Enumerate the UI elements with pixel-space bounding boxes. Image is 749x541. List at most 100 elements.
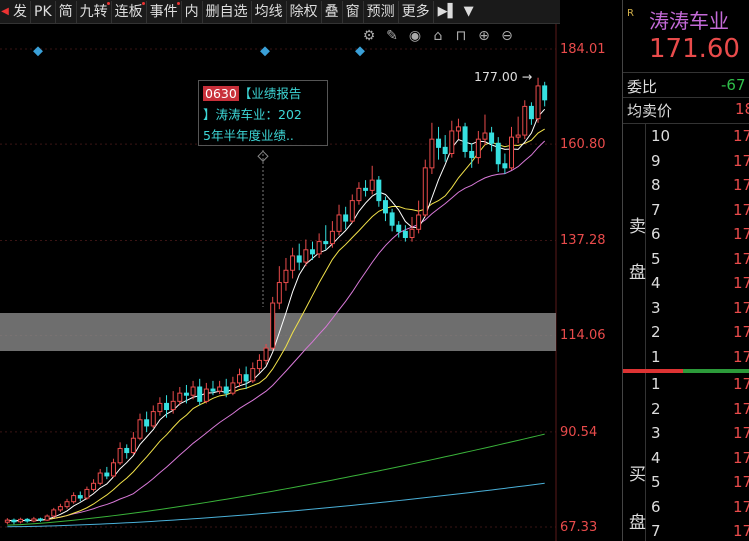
- candle-body: [44, 515, 50, 521]
- candle-body: [37, 518, 43, 521]
- eye-icon[interactable]: ◉: [406, 27, 424, 45]
- sell-level-6[interactable]: 6: [651, 225, 661, 243]
- candle-body: [389, 212, 395, 226]
- ratio-red: [623, 369, 683, 373]
- candle-body: [296, 255, 302, 263]
- toolbar-btn-ma[interactable]: 均线: [252, 0, 287, 23]
- lock-icon[interactable]: ⊓: [452, 27, 470, 45]
- candle-body: [489, 132, 495, 144]
- candle-body: [349, 200, 355, 222]
- buy-level-price: 17: [733, 473, 749, 491]
- candle-body: [455, 126, 461, 132]
- buy-level-price: 17: [733, 399, 749, 418]
- sell-level-3[interactable]: 3: [651, 299, 661, 317]
- sell-level-8[interactable]: 8: [651, 176, 661, 194]
- toolbar-btn-lianban[interactable]: 连板: [112, 0, 147, 23]
- tooltip-line-2: 】涛涛车业：202: [203, 107, 302, 122]
- toolbar-btn-fa[interactable]: 发: [10, 0, 31, 23]
- sell-level-10[interactable]: 10: [651, 127, 670, 145]
- gear-icon[interactable]: ⚙: [360, 27, 378, 45]
- candle-body: [416, 214, 422, 230]
- sell-level-5[interactable]: 5: [651, 250, 661, 268]
- toolbar-btn-jiuzhuan[interactable]: 九转: [77, 0, 112, 23]
- candle-body: [243, 374, 249, 382]
- zoom-in-icon[interactable]: ⊕: [475, 27, 493, 45]
- candle-body: [137, 419, 143, 439]
- buy-level-1[interactable]: 1: [651, 375, 661, 393]
- candle-body: [449, 130, 455, 155]
- peak-price-value: 177.00: [474, 69, 518, 84]
- buy-level-5[interactable]: 5: [651, 473, 661, 491]
- zoom-out-icon[interactable]: ⊖: [498, 27, 516, 45]
- candle-body: [303, 249, 309, 263]
- toolbar-btn-jian[interactable]: 简: [56, 0, 77, 23]
- toolbar-btn-forecast[interactable]: 预测: [364, 0, 399, 23]
- buy-level-2[interactable]: 2: [651, 400, 661, 418]
- pen-icon[interactable]: ✎: [383, 27, 401, 45]
- buy-level-7[interactable]: 7: [651, 522, 661, 540]
- sell-level-4[interactable]: 4: [651, 274, 661, 292]
- candle-body: [197, 386, 203, 402]
- candle-body: [376, 179, 382, 202]
- sell-side-label: 卖: [629, 217, 646, 237]
- candle-body: [382, 200, 388, 214]
- candle-body: [329, 230, 335, 245]
- candle-body: [170, 400, 176, 411]
- price-tick-label: 137.28: [560, 233, 606, 248]
- sell-level-price: 17: [733, 249, 749, 268]
- candle-body: [97, 472, 103, 484]
- candle-body: [363, 187, 369, 191]
- tooltip-line-1: 0630 【业绩报告: [203, 83, 323, 104]
- candle-body: [157, 402, 163, 413]
- candle-body: [263, 347, 269, 361]
- buy-side-label: 买: [629, 465, 646, 485]
- buy-level-price: 17: [733, 424, 749, 442]
- toolbar-btn-overlay[interactable]: 叠: [322, 0, 343, 23]
- candle-body: [210, 388, 216, 392]
- candle-body: [409, 228, 415, 238]
- candle-body: [336, 214, 342, 232]
- sell-level-9[interactable]: 9: [651, 152, 661, 170]
- candle-body: [270, 302, 276, 349]
- candle-body: [230, 382, 236, 394]
- buy-level-4[interactable]: 4: [651, 449, 661, 467]
- candle-body: [502, 163, 508, 169]
- buy-level-6[interactable]: 6: [651, 498, 661, 516]
- toolbar-btn-window[interactable]: 窗: [343, 0, 364, 23]
- collapse-left-icon[interactable]: ◀: [0, 1, 10, 23]
- candle-body: [250, 368, 256, 382]
- sell-level-price: 17: [733, 127, 749, 145]
- candle-body: [217, 386, 223, 392]
- sell-level-1[interactable]: 1: [651, 348, 661, 366]
- candle-body: [117, 447, 123, 464]
- candle-body: [84, 488, 90, 499]
- sell-level-7[interactable]: 7: [651, 201, 661, 219]
- toolbar-btn-exright[interactable]: 除权: [287, 0, 322, 23]
- sell-level-price: 17: [733, 225, 749, 243]
- candle-body: [183, 392, 189, 396]
- chevron-down-icon[interactable]: ▼: [462, 4, 476, 19]
- toolbar-btn-remove-watchlist[interactable]: 删自选: [203, 0, 252, 23]
- sell-level-price: 17: [733, 176, 749, 194]
- candle-body: [535, 85, 541, 120]
- expand-right-icon[interactable]: ▶▌: [436, 4, 460, 19]
- buy-sell-ratio-bar: [623, 369, 749, 373]
- toolbar-btn-shijian[interactable]: 事件: [147, 0, 182, 23]
- candle-body: [91, 482, 97, 490]
- chart-tools: ⚙ ✎ ◉ ⌂ ⊓ ⊕ ⊖: [360, 27, 516, 45]
- candle-body: [356, 187, 362, 202]
- buy-level-3[interactable]: 3: [651, 424, 661, 442]
- divider: [623, 97, 749, 98]
- candle-body: [522, 105, 528, 136]
- toolbar-btn-pk[interactable]: PK: [31, 0, 56, 23]
- sell-level-2[interactable]: 2: [651, 323, 661, 341]
- toolbar-btn-nei[interactable]: 内: [182, 0, 203, 23]
- basket-icon[interactable]: ⌂: [429, 27, 447, 45]
- event-tooltip: 0630 【业绩报告 】涛涛车业：202 5年半年度业绩..: [198, 80, 328, 146]
- candle-body: [110, 462, 116, 477]
- stock-name[interactable]: 涛涛车业: [649, 5, 729, 34]
- candle-body: [436, 138, 442, 148]
- toolbar-btn-more[interactable]: 更多: [399, 0, 434, 23]
- quote-panel: R 涛涛车业 171.60 委比 -67 均卖价 18 卖 盘 买 盘 1017…: [622, 0, 749, 541]
- sell-level-price: 17: [733, 323, 749, 341]
